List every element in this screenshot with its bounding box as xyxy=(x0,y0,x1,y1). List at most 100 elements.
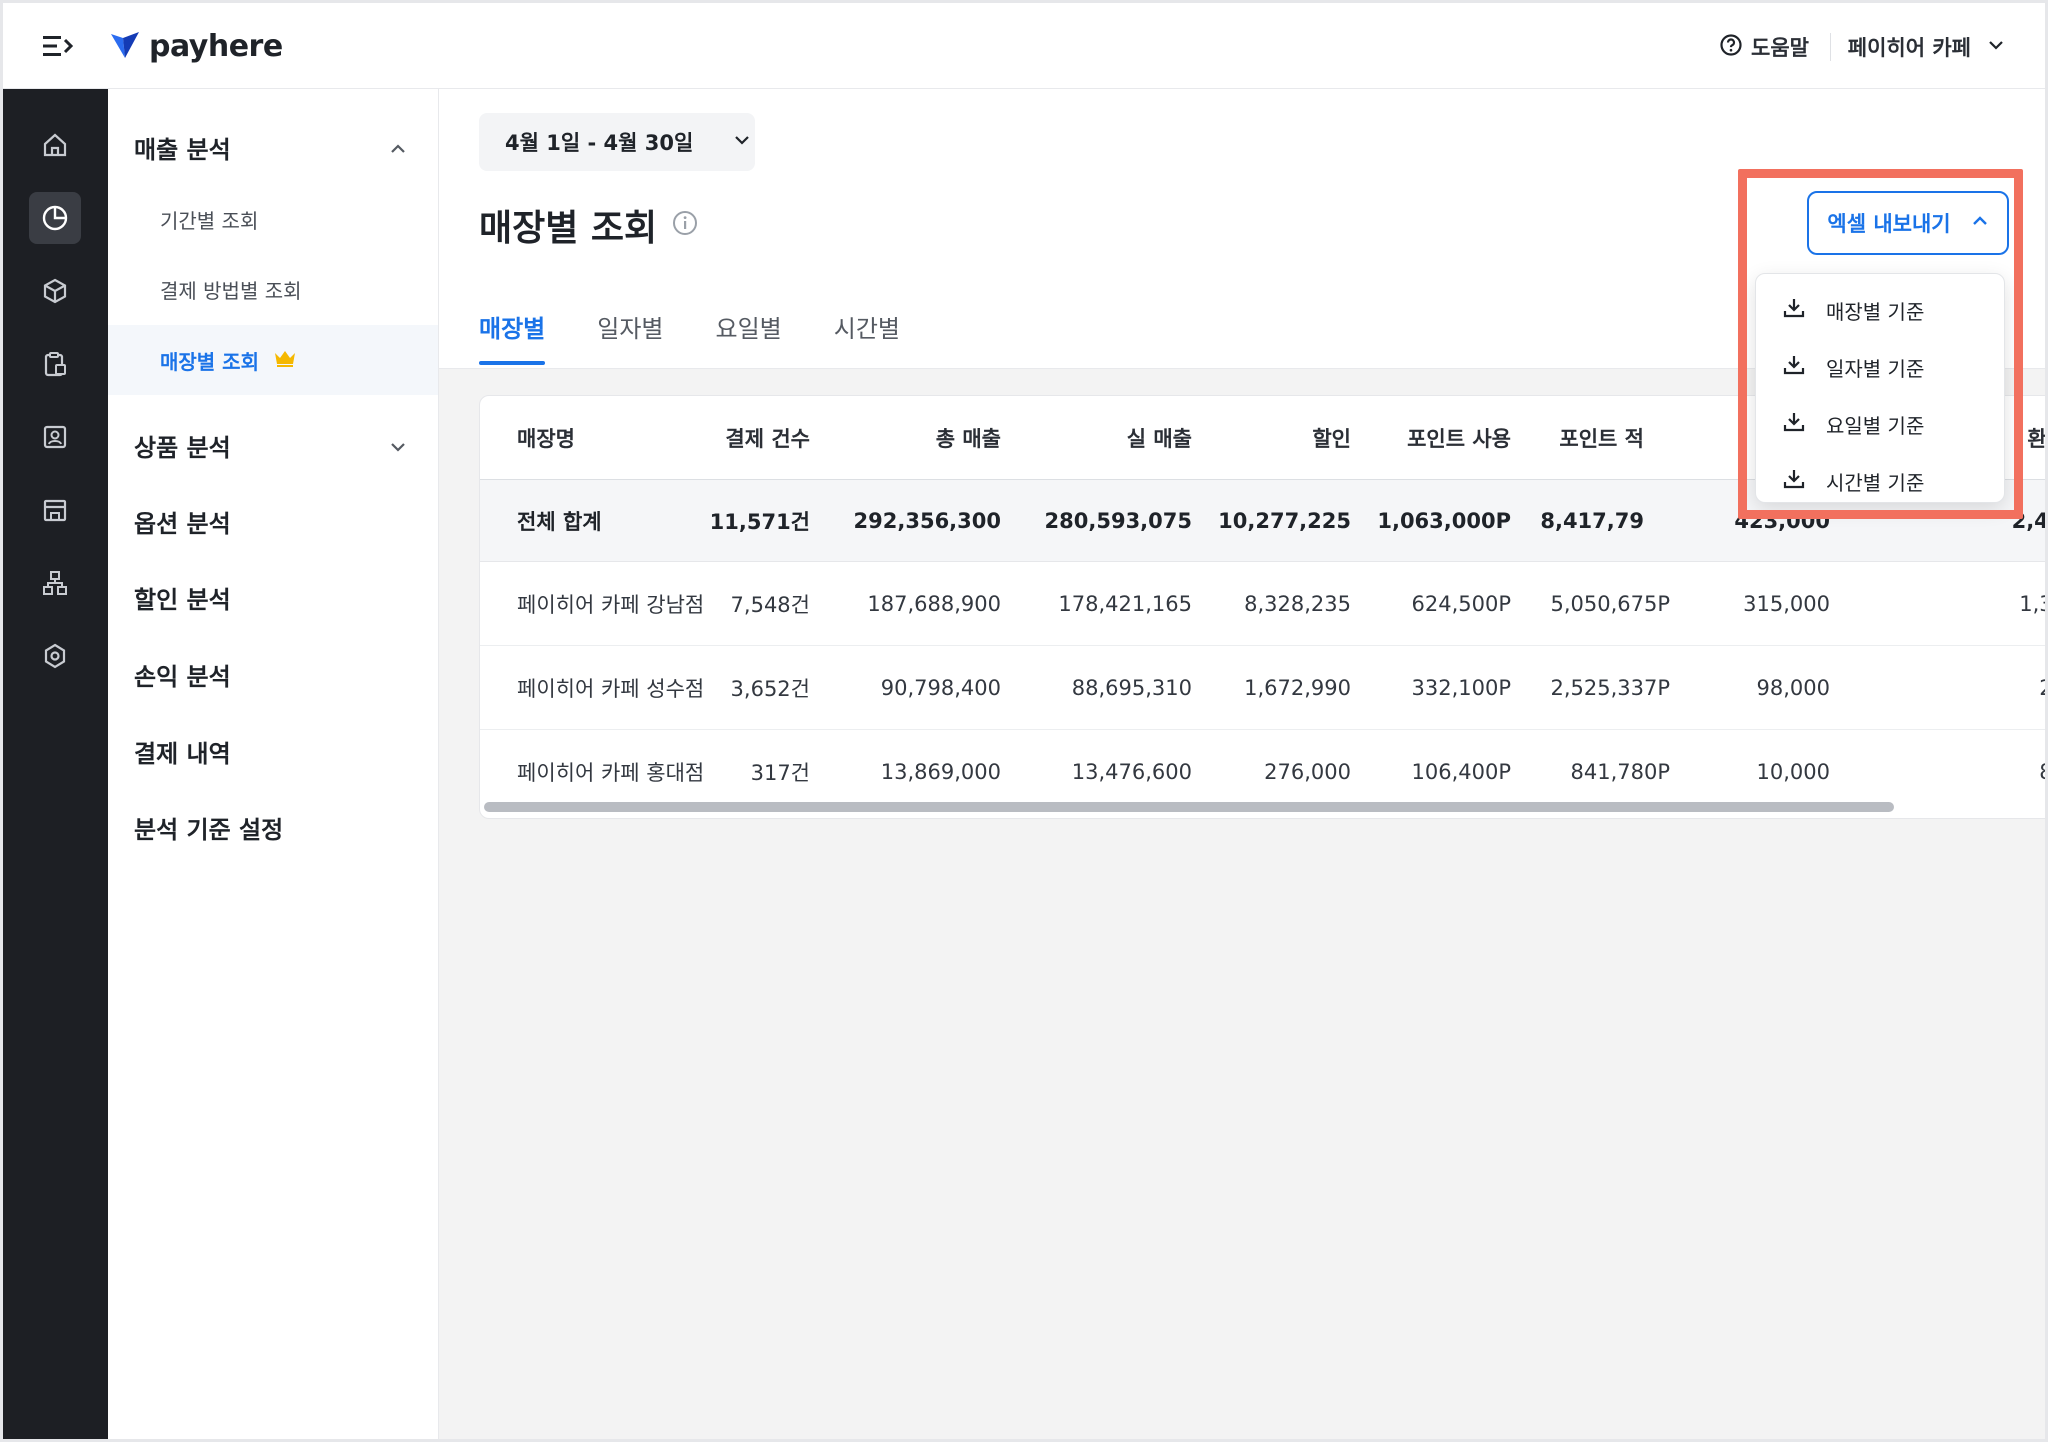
sidebar-item-label: 기간별 조회 xyxy=(160,208,259,233)
sidebar-group-product-analysis[interactable]: 상품 분석 xyxy=(108,415,438,475)
sidebar-group-payment-history[interactable]: 결제 내역 xyxy=(108,721,438,781)
column-header[interactable]: 할인 xyxy=(1312,423,1351,453)
export-by-hour-option[interactable]: 시간별 기준 xyxy=(1756,453,2004,510)
sidebar-item-label: 결제 방법별 조회 xyxy=(160,278,302,303)
dropdown-item-label: 매장별 기준 xyxy=(1826,300,1925,324)
download-icon xyxy=(1782,410,1806,439)
contact-card-icon[interactable] xyxy=(29,411,81,463)
download-icon xyxy=(1782,296,1806,325)
table-cell: 841,780P xyxy=(1570,760,1670,784)
app-window: payhere 도움말 페이히어 카페 매출 분석 기간별 조회 결제 방법별 … xyxy=(0,0,2048,1442)
tab-by-weekday[interactable]: 요일별 xyxy=(716,309,782,365)
table-cell: 106,400P xyxy=(1411,760,1511,784)
table-cell: 1,063,000P xyxy=(1377,508,1511,533)
sidebar-item-payment-method[interactable]: 결제 방법별 조회 xyxy=(108,261,438,317)
help-link[interactable]: 도움말 xyxy=(1719,29,1809,65)
sidebar-group-option-analysis[interactable]: 옵션 분석 xyxy=(108,491,438,551)
dropdown-item-label: 시간별 기준 xyxy=(1826,471,1925,495)
divider xyxy=(1830,33,1831,61)
table-cell: 전체 합계 xyxy=(517,509,602,534)
table-cell: 844, xyxy=(2039,760,2045,784)
payhere-logo-icon xyxy=(109,28,141,64)
tab-by-store[interactable]: 매장별 xyxy=(479,309,546,365)
chart-pie-icon[interactable] xyxy=(29,192,81,244)
brand-name: payhere xyxy=(149,28,283,64)
table-row[interactable]: 페이히어 카페 성수점 3,652건 90,798,400 88,695,310… xyxy=(480,646,2045,730)
horizontal-scrollbar[interactable] xyxy=(484,802,1894,812)
menu-toggle-icon[interactable] xyxy=(39,31,75,61)
sidebar-group-label: 상품 분석 xyxy=(134,433,231,462)
table-cell: 10,000 xyxy=(1756,760,1830,784)
table-cell: 90,798,400 xyxy=(880,675,1001,700)
dropdown-item-label: 일자별 기준 xyxy=(1826,357,1925,381)
sidebar-group-analysis-settings[interactable]: 분석 기준 설정 xyxy=(108,797,438,857)
chevron-down-icon xyxy=(388,435,408,463)
table-cell: 624,500P xyxy=(1411,591,1511,616)
column-header[interactable]: 실 매출 xyxy=(1127,423,1192,453)
table-cell: 290, xyxy=(2039,676,2045,700)
table-cell: 8,417,79 xyxy=(1540,508,1644,533)
sidebar-group-label: 분석 기준 설정 xyxy=(134,815,284,844)
table-cell: 317건 xyxy=(750,761,810,785)
home-icon[interactable] xyxy=(29,119,81,171)
export-dropdown-menu: 매장별 기준 일자별 기준 요일별 기준 시간별 기준 xyxy=(1755,273,2005,503)
table-cell: 11,571건 xyxy=(709,509,810,534)
table-cell: 332,100P xyxy=(1411,675,1511,700)
sidebar-group-label: 결제 내역 xyxy=(134,739,231,768)
store-icon[interactable] xyxy=(29,484,81,536)
column-header[interactable]: 환불 xyxy=(2027,423,2045,453)
logo[interactable]: payhere xyxy=(109,25,283,67)
store-name: 페이히어 카페 xyxy=(1847,36,1971,60)
tab-by-hour[interactable]: 시간별 xyxy=(834,309,900,365)
export-by-store-option[interactable]: 매장별 기준 xyxy=(1756,282,2004,339)
excel-export-button[interactable]: 엑셀 내보내기 xyxy=(1807,191,2009,255)
table-row[interactable]: 페이히어 카페 강남점 7,548건 187,688,900 178,421,1… xyxy=(480,562,2045,646)
crown-icon xyxy=(273,348,297,373)
table-cell: 3,652건 xyxy=(730,676,810,701)
table-cell: 187,688,900 xyxy=(867,591,1001,616)
column-header[interactable]: 포인트 적 xyxy=(1559,423,1644,453)
export-by-weekday-option[interactable]: 요일별 기준 xyxy=(1756,396,2004,453)
store-selector[interactable]: 페이히어 카페 xyxy=(1848,29,2005,65)
sidebar-item-period[interactable]: 기간별 조회 xyxy=(108,191,438,247)
table-cell: 8,328,235 xyxy=(1244,591,1351,616)
date-range-label: 4월 1일 - 4월 30일 xyxy=(505,131,694,155)
chevron-down-icon xyxy=(733,130,751,154)
table-cell: 1,324, xyxy=(2019,591,2045,616)
page-title: 매장별 조회 xyxy=(479,199,699,251)
table-cell: 423,000 xyxy=(1734,508,1830,533)
table-cell: 292,356,300 xyxy=(853,508,1001,533)
sidebar-group-sales-analysis[interactable]: 매출 분석 xyxy=(108,117,438,177)
dropdown-item-label: 요일별 기준 xyxy=(1826,414,1925,438)
info-icon[interactable] xyxy=(671,205,699,246)
column-header[interactable]: 결제 건수 xyxy=(725,423,810,453)
table-cell: 276,000 xyxy=(1264,760,1351,784)
export-button-label: 엑셀 내보내기 xyxy=(1827,212,1951,236)
sidebar-group-discount-analysis[interactable]: 할인 분석 xyxy=(108,567,438,627)
tab-bar: 매장별 일자별 요일별 시간별 xyxy=(479,309,900,369)
sidebar-group-label: 옵션 분석 xyxy=(134,509,231,538)
sidebar-group-profit-analysis[interactable]: 손익 분석 xyxy=(108,644,438,704)
table-cell: 13,476,600 xyxy=(1071,760,1192,784)
org-chart-icon[interactable] xyxy=(29,557,81,609)
settings-icon[interactable] xyxy=(29,630,81,682)
clipboard-icon[interactable] xyxy=(29,338,81,390)
chevron-up-icon xyxy=(1971,211,1989,235)
date-range-picker[interactable]: 4월 1일 - 4월 30일 xyxy=(479,113,755,171)
icon-rail xyxy=(3,89,108,1439)
export-by-date-option[interactable]: 일자별 기준 xyxy=(1756,339,2004,396)
sidebar-item-label: 매장별 조회 xyxy=(160,349,259,374)
table-cell: 315,000 xyxy=(1743,591,1830,616)
box-icon[interactable] xyxy=(29,265,81,317)
table-cell: 88,695,310 xyxy=(1071,675,1192,700)
table-cell: 페이히어 카페 성수점 xyxy=(517,676,705,701)
sidebar-item-by-store[interactable]: 매장별 조회 xyxy=(108,325,438,395)
table-cell: 2,525,337P xyxy=(1550,675,1670,700)
download-icon xyxy=(1782,467,1806,496)
column-header[interactable]: 포인트 사용 xyxy=(1407,423,1511,453)
sidebar: 매출 분석 기간별 조회 결제 방법별 조회 매장별 조회 상품 분석 옵션 분… xyxy=(108,89,439,1439)
column-header[interactable]: 총 매출 xyxy=(936,423,1001,453)
column-header[interactable]: 매장명 xyxy=(517,423,575,453)
sidebar-group-label: 매출 분석 xyxy=(134,135,231,164)
tab-by-date[interactable]: 일자별 xyxy=(597,309,663,365)
